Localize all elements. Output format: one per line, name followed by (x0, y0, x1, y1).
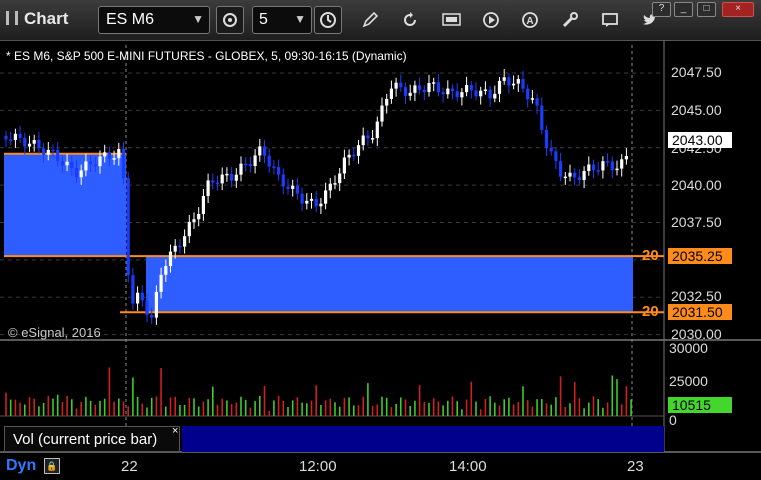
symbol-value: ES M6 (106, 11, 155, 28)
last-price-tag: 2043.00 (668, 132, 732, 148)
tools-icon (562, 12, 578, 28)
copyright: © eSignal, 2016 (8, 325, 101, 340)
refresh-icon (404, 12, 416, 26)
comment-button[interactable] (596, 6, 624, 34)
last-volume-tag: 10515 (668, 397, 732, 413)
dynamic-mode-label[interactable]: Dyn (6, 457, 36, 475)
maximize-button[interactable]: □ (697, 2, 716, 17)
comment-icon (602, 13, 618, 27)
minimize-button[interactable]: _ (674, 2, 693, 17)
zone-top-price-tag: 2035.25 (668, 248, 732, 264)
window-title-text: Chart (24, 9, 69, 28)
alert-icon: A (522, 12, 538, 28)
edit-symbol-icon (442, 13, 461, 26)
time-axis-label: 14:00 (449, 458, 487, 475)
volume-axis-label: 0 (669, 412, 677, 428)
time-axis-label: 23 (627, 458, 644, 475)
symbol-input[interactable]: ES M6 ▼ (98, 6, 210, 34)
tools-button[interactable] (556, 6, 584, 34)
interval-input[interactable]: 5 ▼ (252, 6, 312, 34)
chevron-down-icon[interactable]: ▼ (192, 12, 204, 26)
play-icon (483, 12, 499, 28)
price-axis-label: 2037.50 (671, 214, 722, 230)
pencil-icon (362, 11, 379, 28)
time-axis-label: 22 (121, 458, 138, 475)
alert-button[interactable]: A (516, 6, 544, 34)
interval-value: 5 (259, 11, 268, 28)
edit-symbol-button[interactable] (438, 6, 466, 34)
clock-icon (320, 12, 336, 28)
volume-axis-label: 30000 (669, 340, 708, 356)
zone-bottom-price-tag: 2031.50 (668, 304, 732, 320)
price-axis-label: 2040.00 (671, 177, 722, 193)
svg-text:A: A (526, 16, 533, 27)
window-title: Chart (6, 9, 68, 29)
draw-button[interactable] (356, 6, 384, 34)
play-button[interactable] (477, 6, 505, 34)
volume-study-label[interactable]: Vol (current price bar) × (4, 425, 180, 452)
time-axis-label: 12:00 (299, 458, 337, 475)
volume-axis-label: 25000 (669, 373, 708, 389)
chevron-down-icon[interactable]: ▼ (294, 12, 306, 26)
cursor-sync-icon (223, 13, 237, 27)
lock-icon[interactable]: 🔒 (44, 458, 60, 474)
volume-study-title: Vol (current price bar) (13, 431, 158, 448)
refresh-button[interactable] (396, 6, 424, 34)
cursor-sync-button[interactable] (216, 6, 244, 34)
chart-icon (6, 11, 18, 25)
zone-label: 20 (642, 247, 659, 264)
clock-button[interactable] (314, 6, 342, 34)
help-button[interactable]: ? (652, 2, 671, 17)
zone-label: 20 (642, 303, 659, 320)
toolbar: Chart ES M6 ▼ 5 ▼ A ? _ □ × (0, 0, 761, 41)
price-axis-label: 2047.50 (671, 64, 722, 80)
chart-title: * ES M6, S&P 500 E-MINI FUTURES - GLOBEX… (6, 49, 407, 63)
price-axis-label: 2032.50 (671, 288, 722, 304)
close-icon[interactable]: × (172, 425, 178, 437)
price-axis-label: 2045.00 (671, 102, 722, 118)
volume-bars (5, 367, 632, 416)
volume-study-band (182, 426, 664, 452)
close-button[interactable]: × (722, 2, 754, 17)
